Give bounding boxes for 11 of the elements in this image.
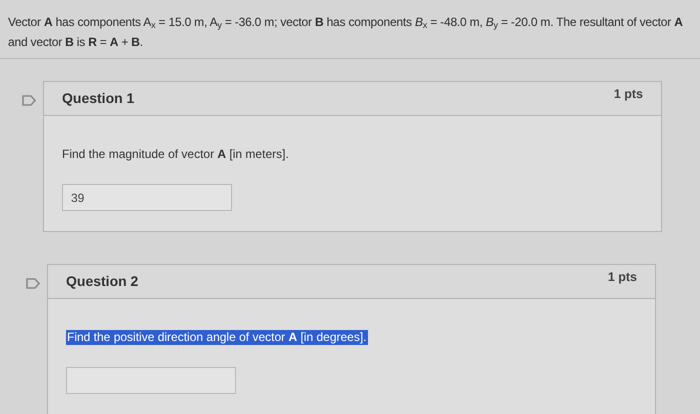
answer-field[interactable] [66, 367, 236, 394]
points-label: 1 pts [608, 269, 637, 286]
problem-statement: Vector A has components A$_{x}$ = 15.0 m, A$_{y}$ = -36.0 m; vector B has components B$_{x}$ = -48.0 m, B$_{y}$ = -20.0 m. The resultant of vector A and vector B is R = A + B. [8, 14, 684, 51]
points-label: 1 pts [614, 86, 643, 104]
question-prompt: Find the magnitude of vector A [in meters]. [62, 147, 289, 162]
answer-field[interactable]: 39 [62, 184, 232, 211]
question-title: Question 1 [62, 89, 134, 108]
question-prompt: Find the positive direction angle of vector A [in degrees]. [66, 330, 368, 345]
question-title: Question 2 [66, 272, 138, 291]
flag-icon[interactable] [22, 95, 36, 106]
flag-icon[interactable] [26, 278, 40, 289]
